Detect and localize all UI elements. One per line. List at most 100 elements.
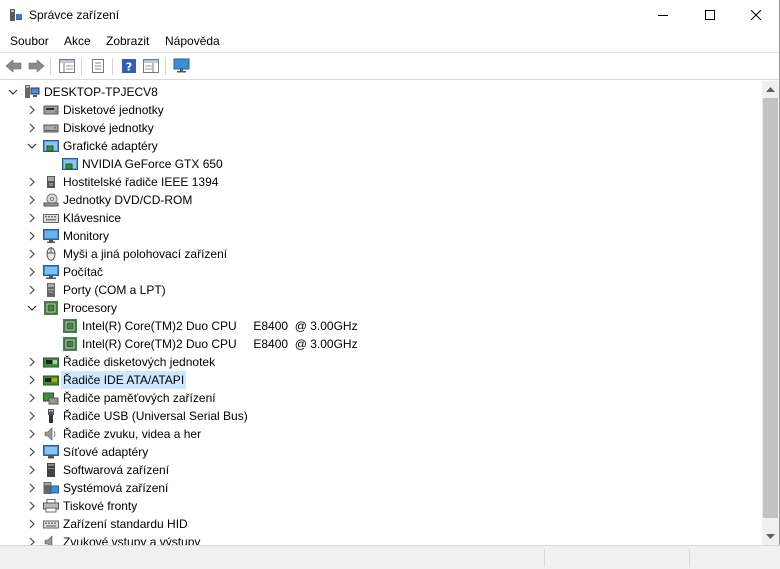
scroll-up-arrow-icon	[766, 87, 775, 92]
tree-category[interactable]: Systémová zařízení	[0, 479, 762, 497]
scan-hardware-icon	[173, 58, 190, 73]
tree-device[interactable]: NVIDIA GeForce GTX 650	[0, 155, 762, 173]
tree-category[interactable]: Řadiče IDE ATA/ATAPI	[0, 371, 762, 389]
expand-toggle[interactable]	[26, 230, 38, 242]
tree-item-label: Řadiče paměťových zařízení	[63, 391, 216, 405]
chevron-right-icon	[29, 357, 35, 367]
status-bar	[0, 545, 780, 569]
chevron-right-icon	[29, 393, 35, 403]
chevron-down-icon	[8, 89, 18, 95]
tree-category[interactable]: Řadiče zvuku, videa a her	[0, 425, 762, 443]
expand-toggle[interactable]	[26, 518, 38, 530]
tree-category[interactable]: Tiskové fronty	[0, 497, 762, 515]
tree-category[interactable]: Monitory	[0, 227, 762, 245]
tree-category[interactable]: Procesory	[0, 299, 762, 317]
tree-device[interactable]: Intel(R) Core(TM)2 Duo CPU E8400 @ 3.00G…	[0, 335, 762, 353]
expand-toggle[interactable]	[26, 122, 38, 134]
expand-toggle[interactable]	[26, 176, 38, 188]
expand-toggle[interactable]	[26, 104, 38, 116]
tree-item-label: Řadiče zvuku, videa a her	[63, 427, 202, 441]
expand-toggle[interactable]	[26, 446, 38, 458]
tree-category[interactable]: Disketové jednotky	[0, 101, 762, 119]
tree-root-computer[interactable]: DESKTOP-TPJECV8	[0, 83, 762, 101]
menu-akce[interactable]: Akce	[64, 34, 91, 48]
floppy-controller-icon	[43, 355, 59, 369]
tree-category[interactable]: Počítač	[0, 263, 762, 281]
chevron-right-icon	[29, 267, 35, 277]
back-button[interactable]	[4, 57, 24, 75]
tree-item-label: Počítač	[63, 265, 104, 279]
collapse-toggle[interactable]	[7, 86, 19, 98]
expand-toggle[interactable]	[26, 536, 38, 545]
tree-category[interactable]: Hostitelské řadiče IEEE 1394	[0, 173, 762, 191]
scroll-down-button[interactable]	[762, 528, 779, 545]
expand-toggle[interactable]	[26, 410, 38, 422]
maximize-button[interactable]	[687, 0, 733, 30]
console-tree-button[interactable]	[57, 57, 77, 75]
collapse-toggle[interactable]	[26, 140, 38, 152]
expand-toggle[interactable]	[26, 374, 38, 386]
scroll-thumb[interactable]	[763, 98, 778, 518]
computer-icon	[43, 265, 59, 279]
expand-toggle[interactable]	[26, 500, 38, 512]
scroll-up-button[interactable]	[762, 81, 779, 98]
expand-toggle[interactable]	[26, 482, 38, 494]
expand-toggle[interactable]	[26, 284, 38, 296]
tree-device[interactable]: Intel(R) Core(TM)2 Duo CPU E8400 @ 3.00G…	[0, 317, 762, 335]
ide-controller-icon	[43, 373, 59, 387]
chevron-right-icon	[29, 447, 35, 457]
chevron-right-icon	[29, 519, 35, 529]
vertical-scrollbar[interactable]	[762, 81, 779, 545]
tree-item-label: Myši a jiná polohovací zařízení	[63, 247, 228, 261]
expand-toggle[interactable]	[26, 248, 38, 260]
expand-toggle[interactable]	[26, 356, 38, 368]
expand-toggle[interactable]	[26, 212, 38, 224]
expand-toggle[interactable]	[26, 464, 38, 476]
menu-napoveda[interactable]: Nápověda	[165, 34, 220, 48]
tree-item-label: Systémová zařízení	[63, 481, 169, 495]
tree-category[interactable]: Klávesnice	[0, 209, 762, 227]
tree-category[interactable]: Grafické adaptéry	[0, 137, 762, 155]
collapse-toggle[interactable]	[26, 302, 38, 314]
expand-toggle[interactable]	[26, 428, 38, 440]
tree-category[interactable]: Řadiče USB (Universal Serial Bus)	[0, 407, 762, 425]
tree-item-label: Monitory	[63, 229, 110, 243]
properties-button[interactable]	[88, 57, 108, 75]
scan-hardware-button[interactable]	[172, 57, 192, 75]
tree-category[interactable]: Zařízení standardu HID	[0, 515, 762, 533]
tree-category[interactable]: Řadiče paměťových zařízení	[0, 389, 762, 407]
tree-category[interactable]: Zvukové vstupy a výstupy	[0, 533, 762, 545]
status-segment	[545, 549, 690, 567]
tree-category[interactable]: Softwarová zařízení	[0, 461, 762, 479]
tree-category[interactable]: Myši a jiná polohovací zařízení	[0, 245, 762, 263]
minimize-button[interactable]	[640, 0, 686, 30]
storage-controller-icon	[43, 391, 59, 405]
window-title: Správce zařízení	[29, 8, 120, 22]
expand-toggle[interactable]	[26, 194, 38, 206]
chevron-right-icon	[29, 429, 35, 439]
audio-io-icon	[43, 535, 59, 545]
close-button[interactable]	[733, 0, 779, 30]
mouse-icon	[43, 247, 59, 261]
tree-item-label: Řadiče disketových jednotek	[63, 355, 216, 369]
forward-button[interactable]	[26, 57, 46, 75]
tree-item-label: Tiskové fronty	[63, 499, 138, 513]
disk-drive-icon	[43, 121, 59, 135]
help-button[interactable]: ?	[119, 57, 139, 75]
menu-soubor[interactable]: Soubor	[10, 34, 49, 48]
expand-toggle[interactable]	[26, 392, 38, 404]
chevron-down-icon	[27, 305, 37, 311]
expand-toggle[interactable]	[26, 266, 38, 278]
status-segment	[0, 549, 545, 567]
menu-zobrazit[interactable]: Zobrazit	[106, 34, 149, 48]
tree-category[interactable]: Jednotky DVD/CD-ROM	[0, 191, 762, 209]
floppy-drive-icon	[43, 103, 59, 117]
processor-icon	[62, 337, 78, 351]
action-pane-button[interactable]	[141, 57, 161, 75]
tree-category[interactable]: Síťové adaptéry	[0, 443, 762, 461]
tree-category[interactable]: Řadiče disketových jednotek	[0, 353, 762, 371]
tree-item-label: DESKTOP-TPJECV8	[44, 85, 158, 99]
tree-category[interactable]: Porty (COM a LPT)	[0, 281, 762, 299]
tree-category[interactable]: Diskové jednotky	[0, 119, 762, 137]
chevron-right-icon	[29, 537, 35, 545]
